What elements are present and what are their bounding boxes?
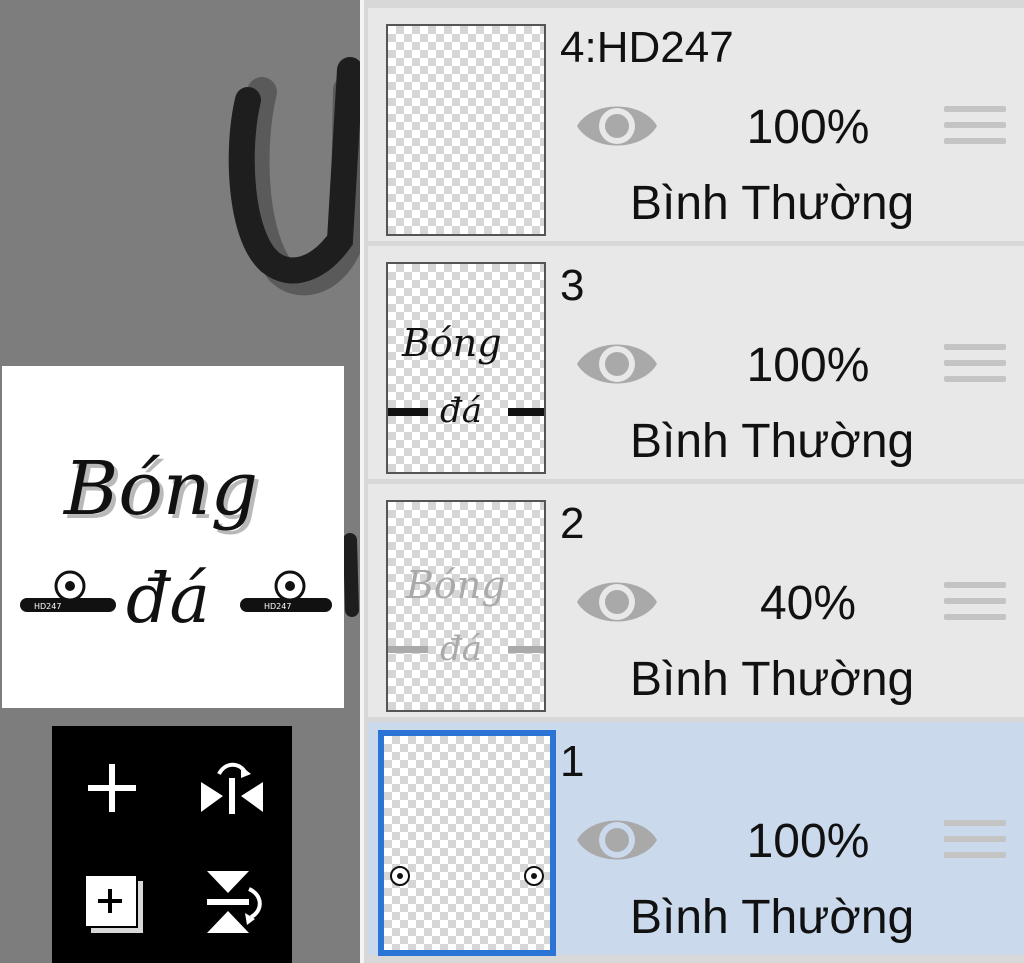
layer-blend-mode[interactable]: Bình Thường	[630, 890, 914, 946]
eye-icon[interactable]	[574, 810, 660, 870]
layer-name: 1	[560, 737, 585, 786]
drag-handle-icon[interactable]	[944, 820, 1006, 870]
add-layer-button[interactable]	[72, 748, 152, 828]
drag-handle-icon[interactable]	[944, 582, 1006, 632]
layer-blend-mode[interactable]: Bình Thường	[630, 176, 914, 232]
layer-opacity[interactable]: 100%	[708, 338, 908, 394]
layer-row-1[interactable]: 1 100% Bình Thường	[368, 722, 1024, 956]
left-badge-text: HD247	[34, 602, 61, 611]
layer-name: 4:HD247	[560, 23, 734, 72]
eye-icon[interactable]	[574, 334, 660, 394]
layer-thumbnail: Bóng đá	[386, 262, 546, 474]
plus-icon	[88, 764, 136, 812]
layer-blend-mode[interactable]: Bình Thường	[630, 414, 914, 470]
layer-blend-mode[interactable]: Bình Thường	[630, 652, 914, 708]
duplicate-layer-button[interactable]	[72, 862, 152, 942]
layer-opacity[interactable]: 100%	[708, 100, 908, 156]
layer-preview-card: Bóng Bóng đá HD247 HD247	[2, 366, 344, 708]
layer-row-4[interactable]: 4:HD247 100% Bình Thường	[368, 8, 1024, 241]
layer-opacity[interactable]: 40%	[708, 576, 908, 632]
flip-horizontal-button[interactable]	[192, 748, 272, 828]
layer-thumbnail	[378, 730, 556, 956]
layer-name: 2	[560, 499, 585, 548]
right-badge-text: HD247	[264, 602, 291, 611]
layer-row-2[interactable]: Bóng đá 2 40% Bình Thường	[368, 484, 1024, 717]
duplicate-layer-icon	[84, 874, 143, 933]
eye-icon[interactable]	[574, 572, 660, 632]
preview-subtitle: đá	[126, 560, 210, 639]
eye-icon[interactable]	[574, 96, 660, 156]
svg-text:Bóng: Bóng	[401, 321, 502, 365]
flip-vertical-button[interactable]	[192, 862, 272, 942]
svg-text:đá: đá	[440, 629, 482, 669]
drag-handle-icon[interactable]	[944, 106, 1006, 156]
drag-handle-icon[interactable]	[944, 344, 1006, 394]
flip-vertical-icon	[207, 871, 262, 933]
flip-horizontal-icon	[201, 762, 263, 814]
layer-row-3[interactable]: Bóng đá 3 100% Bình Thường	[368, 246, 1024, 479]
layer-name: 3	[560, 261, 585, 310]
preview-title: Bóng	[62, 446, 258, 532]
svg-text:Bóng: Bóng	[405, 563, 506, 607]
layer-toolbox	[52, 726, 292, 963]
svg-text:đá: đá	[440, 391, 482, 431]
drawing-canvas[interactable]: Bóng Bóng đá HD247 HD247	[0, 0, 360, 963]
layer-thumbnail	[386, 24, 546, 236]
layer-thumbnail: Bóng đá	[386, 500, 546, 712]
layers-panel: 4:HD247 100% Bình Thường Bóng đá 3 100% …	[360, 0, 1024, 963]
layer-opacity[interactable]: 100%	[708, 814, 908, 870]
